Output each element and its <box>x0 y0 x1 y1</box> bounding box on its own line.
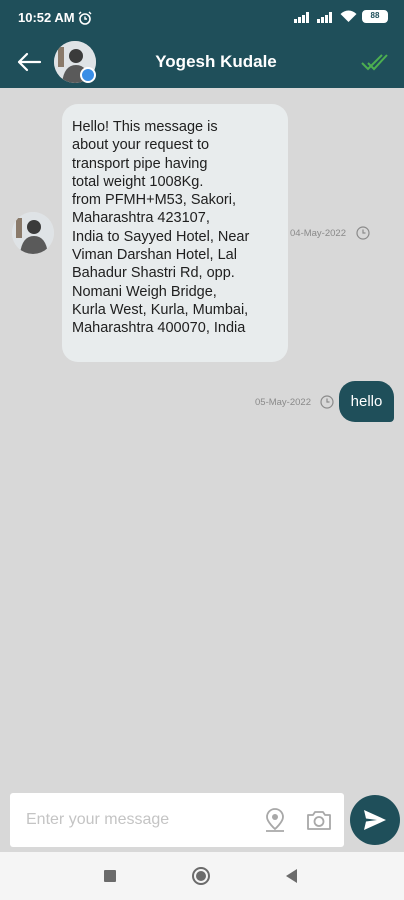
clock-icon <box>320 395 334 409</box>
contact-name: Yogesh Kudale <box>155 52 277 71</box>
wifi-icon <box>340 10 357 22</box>
chat-header: Yogesh Kudale <box>0 36 404 88</box>
battery-icon: 88 <box>362 10 388 23</box>
signal-icon <box>294 11 309 23</box>
sender-avatar[interactable] <box>12 212 54 254</box>
message-timestamp: 05-May-2022 <box>255 397 311 408</box>
message-composer <box>10 793 344 847</box>
status-time: 10:52 AM <box>18 10 75 25</box>
send-button[interactable] <box>350 795 400 845</box>
message-input[interactable] <box>26 805 256 835</box>
outgoing-message-bubble[interactable]: hello <box>339 381 394 422</box>
status-bar: 10:52 AM 88 <box>0 0 404 36</box>
send-icon <box>364 810 386 830</box>
nav-back-icon[interactable] <box>286 869 297 883</box>
incoming-message-bubble[interactable]: Hello! This message is about your reques… <box>62 104 288 362</box>
message-timestamp: 04-May-2022 <box>290 228 346 239</box>
recents-icon[interactable] <box>104 870 116 882</box>
clock-icon <box>356 226 370 240</box>
alarm-icon <box>78 11 92 25</box>
avatar-photo <box>12 212 54 254</box>
system-nav-bar <box>0 852 404 900</box>
camera-icon[interactable] <box>306 809 332 831</box>
home-icon[interactable] <box>192 867 210 885</box>
double-check-icon[interactable] <box>360 50 388 74</box>
signal-icon <box>317 11 332 23</box>
status-icons: 88 <box>294 10 388 23</box>
location-icon[interactable] <box>264 807 286 833</box>
